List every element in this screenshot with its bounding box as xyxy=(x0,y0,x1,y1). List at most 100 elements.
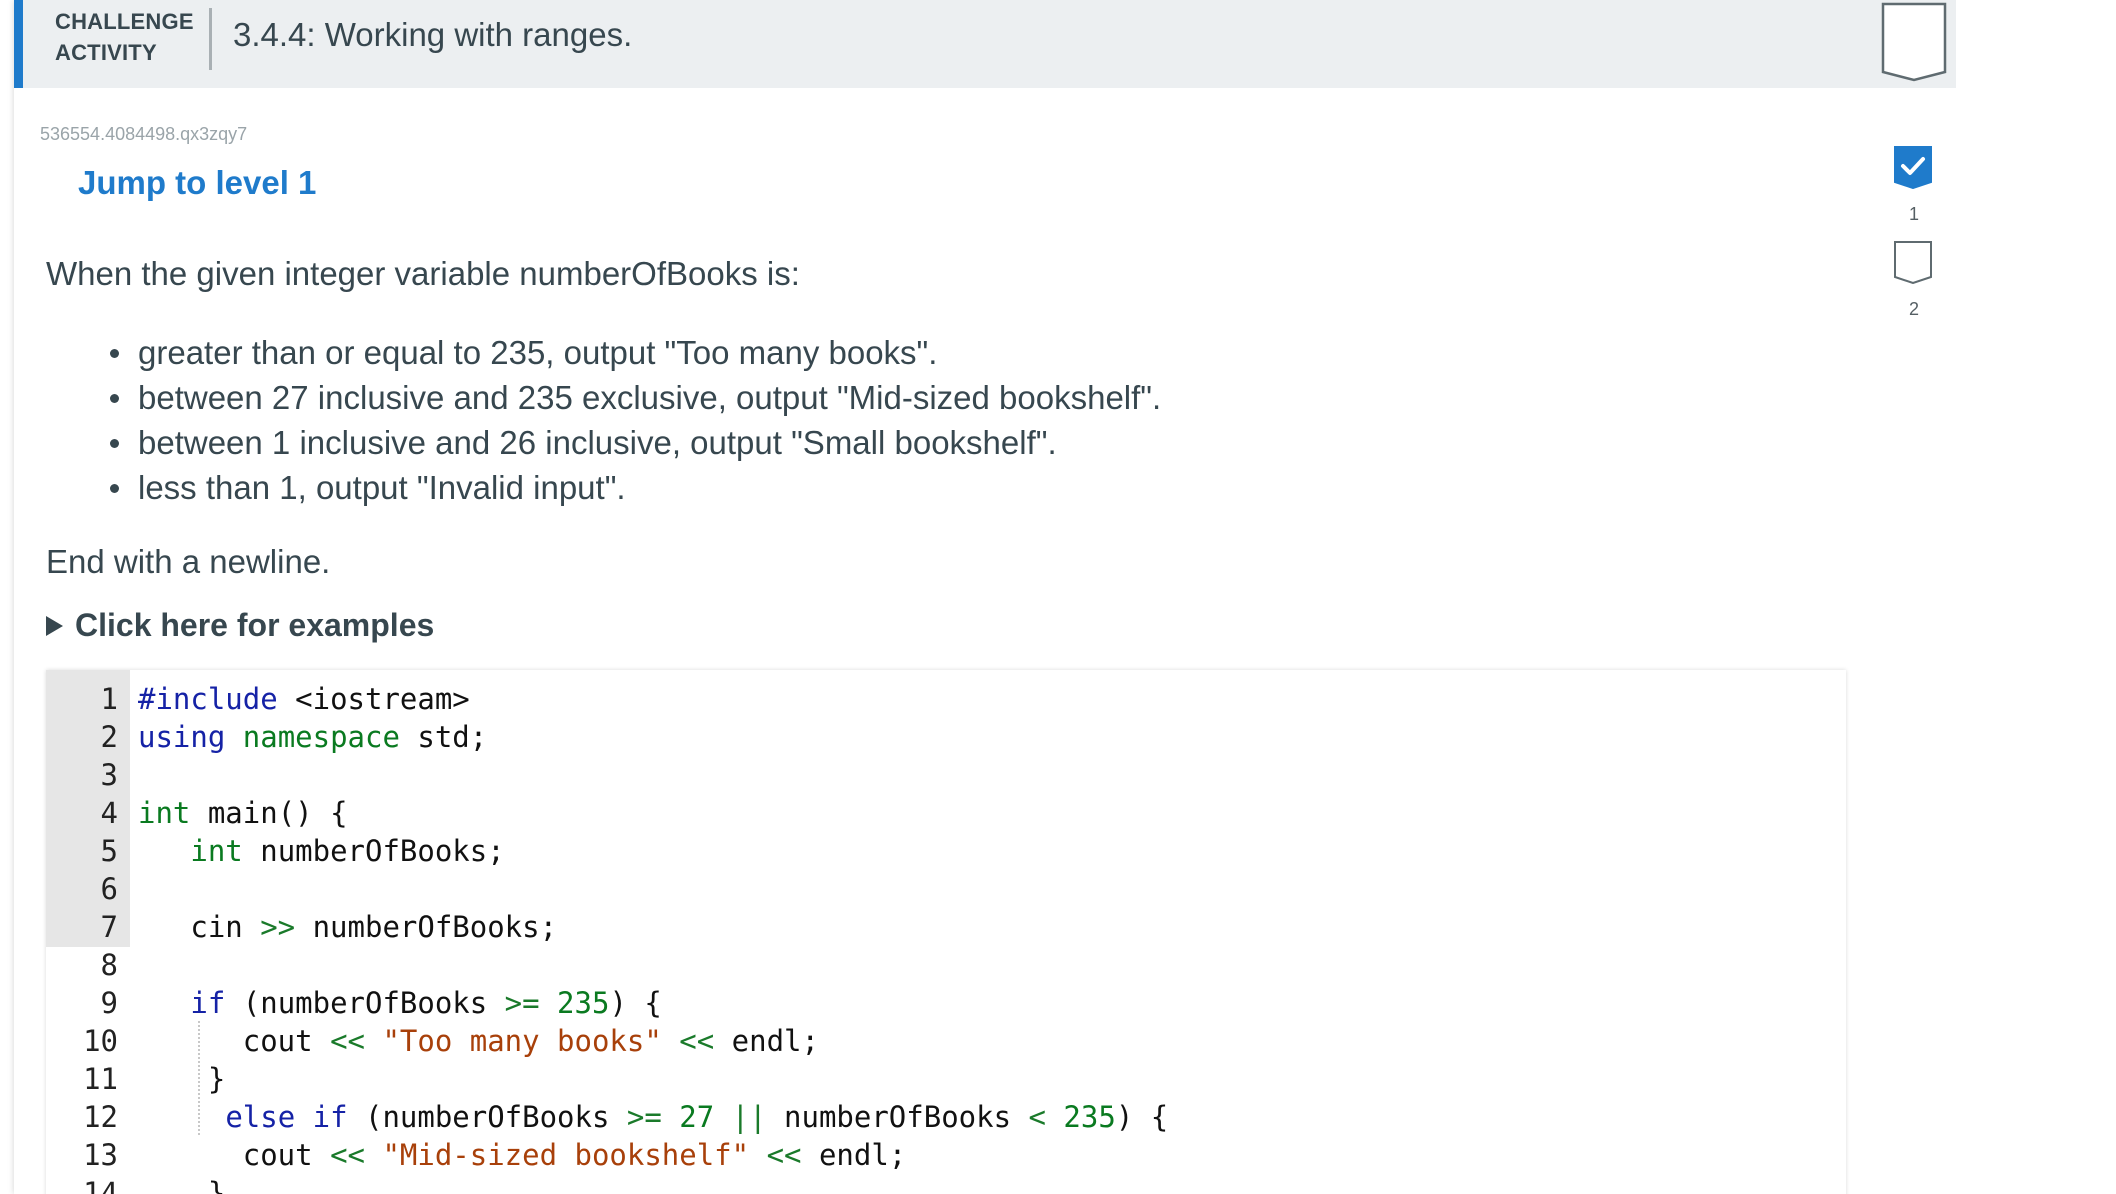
code-token: >= xyxy=(504,986,540,1020)
code-token: numberOfBooks xyxy=(766,1100,1029,1134)
line-number: 3 xyxy=(100,758,118,792)
page: CHALLENGE ACTIVITY 3.4.4: Working with r… xyxy=(0,0,2116,1194)
code-token: (numberOfBooks xyxy=(225,986,505,1020)
code-token: int xyxy=(138,796,191,830)
code-text: int main() { xyxy=(138,794,348,832)
code-token: using xyxy=(138,720,226,754)
code-token: < xyxy=(1028,1100,1046,1134)
activity-id: 536554.4084498.qx3zqy7 xyxy=(40,124,248,144)
code-text: #include <iostream> xyxy=(138,680,470,718)
code-line[interactable]: 11 } xyxy=(46,1060,1846,1098)
code-token: 27 xyxy=(661,1100,715,1134)
examples-toggle-label: Click here for examples xyxy=(75,607,435,643)
checked-level-icon xyxy=(1894,146,1932,189)
code-token: cin xyxy=(138,910,261,944)
instructions-prompt: When the given integer variable numberOf… xyxy=(46,255,800,292)
line-number: 14 xyxy=(83,1176,118,1194)
code-line[interactable]: 10 cout << "Too many books" << endl; xyxy=(46,1022,1846,1060)
code-token: endl; xyxy=(714,1024,819,1058)
code-token: >> xyxy=(260,910,296,944)
code-text: cout << "Mid-sized bookshelf" << endl; xyxy=(138,1136,907,1174)
line-number: 4 xyxy=(100,796,118,830)
activity-type-label: CHALLENGE ACTIVITY xyxy=(55,6,194,68)
line-number: 2 xyxy=(100,720,118,754)
code-line[interactable]: 9 if (numberOfBooks >= 235) { xyxy=(46,984,1846,1022)
code-token: << xyxy=(330,1024,365,1058)
code-line[interactable]: 8 xyxy=(46,946,1846,984)
code-line[interactable]: 7 cin >> numberOfBooks; xyxy=(46,908,1846,946)
code-token: ) { xyxy=(609,986,662,1020)
completion-badge-icon xyxy=(1881,2,1947,87)
code-text: if (numberOfBooks >= 235) { xyxy=(138,984,662,1022)
code-token: <iostream> xyxy=(277,682,470,716)
code-token: || xyxy=(731,1100,767,1134)
examples-toggle[interactable]: Click here for examples xyxy=(46,607,434,644)
code-text: } xyxy=(138,1060,225,1098)
activity-header: CHALLENGE ACTIVITY 3.4.4: Working with r… xyxy=(14,0,1956,88)
line-number: 11 xyxy=(83,1062,118,1096)
code-token: #include xyxy=(138,682,278,716)
level-2-indicator[interactable]: 2 xyxy=(1892,241,1936,336)
code-line[interactable]: 5 int numberOfBooks; xyxy=(46,832,1846,870)
code-text: } xyxy=(138,1174,225,1194)
code-text: using namespace std; xyxy=(138,718,487,756)
line-number: 8 xyxy=(100,948,118,982)
code-line[interactable]: 6 xyxy=(46,870,1846,908)
jump-to-level-link[interactable]: Jump to level 1 xyxy=(78,164,316,202)
code-token: endl; xyxy=(801,1138,907,1172)
code-token: "Too many books" xyxy=(382,1024,662,1058)
instructions-endnote: End with a newline. xyxy=(46,543,331,580)
code-line[interactable]: 14 } xyxy=(46,1174,1846,1194)
challenge-activity-card: CHALLENGE ACTIVITY 3.4.4: Working with r… xyxy=(14,0,1956,1194)
code-token: if xyxy=(190,986,226,1020)
code-text: else if (numberOfBooks >= 27 || numberOf… xyxy=(138,1098,1168,1136)
code-token: cout xyxy=(138,1138,331,1172)
code-line[interactable]: 13 cout << "Mid-sized bookshelf" << endl… xyxy=(46,1136,1846,1174)
code-line[interactable]: 3 xyxy=(46,756,1846,794)
line-number: 9 xyxy=(100,986,118,1020)
code-token: } xyxy=(138,1176,226,1194)
line-number: 7 xyxy=(100,910,118,944)
code-token: << xyxy=(330,1138,365,1172)
code-token: main() { xyxy=(190,796,348,830)
code-text: cout << "Too many books" << endl; xyxy=(138,1022,819,1060)
line-number: 10 xyxy=(83,1024,118,1058)
list-item: greater than or equal to 235, output "To… xyxy=(106,330,1161,375)
code-text: int numberOfBooks; xyxy=(138,832,504,870)
level-1-indicator[interactable]: 1 xyxy=(1892,146,1936,241)
code-token: 235 xyxy=(1045,1100,1116,1134)
code-line[interactable]: 1 #include <iostream> xyxy=(46,680,1846,718)
code-token: int xyxy=(190,834,243,868)
code-token: 235 xyxy=(539,986,610,1020)
line-number: 5 xyxy=(100,834,118,868)
activity-type-line2: ACTIVITY xyxy=(55,40,157,65)
code-token: else if xyxy=(225,1100,348,1134)
code-token: namespace xyxy=(242,720,400,754)
code-token: } xyxy=(138,1062,226,1096)
unchecked-level-icon xyxy=(1894,241,1932,284)
code-line[interactable]: 2 using namespace std; xyxy=(46,718,1846,756)
code-line[interactable]: 4 int main() { xyxy=(46,794,1846,832)
instructions-list: greater than or equal to 235, output "To… xyxy=(106,330,1161,510)
code-token: numberOfBooks; xyxy=(295,910,558,944)
list-item: less than 1, output "Invalid input". xyxy=(106,465,1161,510)
code-editor[interactable]: 1 #include <iostream> 2 using namespace std… xyxy=(46,670,1846,1194)
code-token: "Mid-sized bookshelf" xyxy=(382,1138,750,1172)
line-number: 1 xyxy=(100,682,118,716)
line-number: 12 xyxy=(83,1100,118,1134)
level-tracker: 1 2 xyxy=(1892,146,1936,336)
code-token: ) { xyxy=(1115,1100,1169,1134)
code-token: << xyxy=(679,1024,715,1058)
line-number: 13 xyxy=(83,1138,118,1172)
code-line[interactable]: 12 else if (numberOfBooks >= 27 || numbe… xyxy=(46,1098,1846,1136)
list-item: between 1 inclusive and 26 inclusive, ou… xyxy=(106,420,1161,465)
